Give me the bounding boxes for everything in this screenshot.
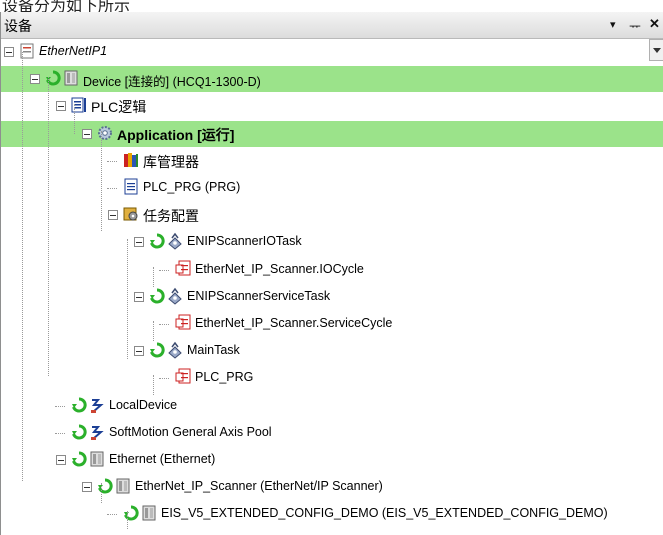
tree-item-label: 库管理器 — [143, 154, 199, 170]
collapse-toggle[interactable] — [134, 292, 144, 302]
task-call-icon — [175, 368, 191, 386]
panel-titlebar: 设备 ▾ ᅲ ✕ — [1, 12, 663, 39]
device-tree[interactable]: EIS_V5_EXTENDED_CONFIG_DEMO (EIS_V5_EXTE… — [1, 39, 663, 535]
task-call-icon — [175, 260, 191, 278]
axis-icon — [89, 423, 105, 441]
collapse-toggle[interactable] — [134, 346, 144, 356]
task-call-icon — [175, 314, 191, 332]
tree-item-label: MainTask — [187, 343, 240, 357]
collapse-toggle[interactable] — [82, 129, 92, 139]
axis-icon — [89, 396, 105, 414]
tree-item-label: ENIPScannerServiceTask — [187, 289, 331, 303]
tree-item[interactable]: EtherNet_IP_Scanner.IOCycle — [1, 257, 663, 283]
connected-status-icon — [71, 423, 87, 441]
tree-item[interactable]: PLC逻辑 — [1, 93, 663, 119]
tree-item[interactable]: PLC_PRG — [1, 365, 663, 391]
tree-item-label: Application [运行] — [117, 127, 235, 143]
tree-line — [55, 406, 65, 407]
tree-line — [107, 161, 117, 162]
tree-item-label: EtherNet_IP_Scanner.IOCycle — [195, 262, 364, 276]
tree-line — [127, 511, 128, 529]
collapse-toggle[interactable] — [56, 101, 66, 111]
tree-item[interactable]: EtherNetIP1 — [1, 39, 663, 65]
tree-line — [22, 52, 23, 481]
caption-text: 设备分为如下所示 — [2, 0, 131, 12]
connected-status-icon — [71, 450, 87, 468]
tree-item-label: PLC_PRG — [195, 370, 254, 384]
pou-icon — [123, 178, 139, 196]
tree-line — [127, 239, 128, 359]
task-icon — [167, 232, 183, 250]
device-icon — [141, 504, 157, 522]
tree-item[interactable]: ENIPScannerServiceTask — [1, 284, 663, 310]
library-manager-icon — [123, 151, 139, 169]
tree-item-label: EtherNetIP1 — [39, 44, 108, 58]
tree-item[interactable]: Device [连接的] (HCQ1-1300-D) — [1, 66, 663, 92]
pin-icon[interactable]: ᅲ — [629, 16, 641, 35]
tree-line — [55, 433, 65, 434]
caption-fragment: 设备分为如下所示 — [0, 0, 663, 12]
tree-line — [107, 514, 117, 515]
tree-item-label: PLC_PRG (PRG) — [143, 180, 241, 194]
tree-item-label: PLC逻辑 — [91, 99, 147, 115]
tree-item[interactable]: Ethernet (Ethernet) — [1, 447, 663, 473]
task-icon — [167, 287, 183, 305]
tree-line — [101, 131, 102, 231]
tree-item-label: EtherNet_IP_Scanner (EtherNet/IP Scanner… — [135, 479, 383, 493]
connected-status-icon — [123, 504, 139, 522]
tree-line — [153, 375, 154, 395]
tree-item[interactable]: EIS_V5_EXTENDED_CONFIG_DEMO (EIS_V5_EXTE… — [1, 501, 663, 527]
device-icon — [63, 69, 79, 87]
tree-line — [159, 270, 169, 271]
connected-status-icon — [149, 341, 165, 359]
tree-item-label: ENIPScannerIOTask — [187, 234, 302, 248]
panel-dropdown-icon[interactable]: ▾ — [610, 18, 616, 31]
tree-line — [48, 77, 49, 376]
tree-item[interactable]: ENIPScannerIOTask — [1, 229, 663, 255]
tree-line — [107, 188, 117, 189]
connected-status-icon — [149, 232, 165, 250]
panel-title: 设备 — [4, 19, 32, 35]
tree-item-label: Device [连接的] (HCQ1-1300-D) — [83, 75, 261, 89]
tree-item[interactable]: SoftMotion General Axis Pool — [1, 420, 663, 446]
tree-item-label: 任务配置 — [143, 208, 199, 224]
tree-item-label: Ethernet (Ethernet) — [109, 452, 216, 466]
scroll-dropdown-button[interactable] — [649, 39, 663, 61]
task-icon — [167, 341, 183, 359]
collapse-toggle[interactable] — [56, 455, 66, 465]
collapse-toggle[interactable] — [30, 74, 40, 84]
tree-line — [153, 321, 154, 341]
tree-item-label: EtherNet_IP_Scanner.ServiceCycle — [195, 316, 393, 330]
tree-line — [159, 324, 169, 325]
collapse-toggle[interactable] — [82, 482, 92, 492]
tree-line — [101, 483, 102, 503]
tree-line — [153, 267, 154, 287]
close-icon[interactable]: ✕ — [649, 16, 660, 32]
tree-item[interactable]: LocalDevice — [1, 393, 663, 419]
connected-status-icon — [97, 477, 113, 495]
tree-item[interactable]: MainTask — [1, 338, 663, 364]
device-icon — [115, 477, 131, 495]
connected-status-icon — [149, 287, 165, 305]
device-icon — [89, 450, 105, 468]
tree-line — [159, 378, 169, 379]
tree-item[interactable]: EtherNet_IP_Scanner.ServiceCycle — [1, 311, 663, 337]
collapse-toggle[interactable] — [134, 237, 144, 247]
connected-status-icon — [71, 396, 87, 414]
tree-line — [74, 104, 75, 134]
collapse-toggle[interactable] — [108, 210, 118, 220]
tree-item-label: LocalDevice — [109, 398, 178, 412]
collapse-toggle[interactable] — [4, 47, 14, 57]
tree-item-label: SoftMotion General Axis Pool — [109, 425, 272, 439]
application-gear-icon — [97, 124, 113, 142]
tree-item-label: EIS_V5_EXTENDED_CONFIG_DEMO (EIS_V5_EXTE… — [161, 506, 608, 520]
devices-panel: 设备 ▾ ᅲ ✕ EIS_V5_EXTENDED_CONFIG_DEMO (EI… — [0, 12, 663, 535]
task-config-icon — [123, 205, 139, 223]
